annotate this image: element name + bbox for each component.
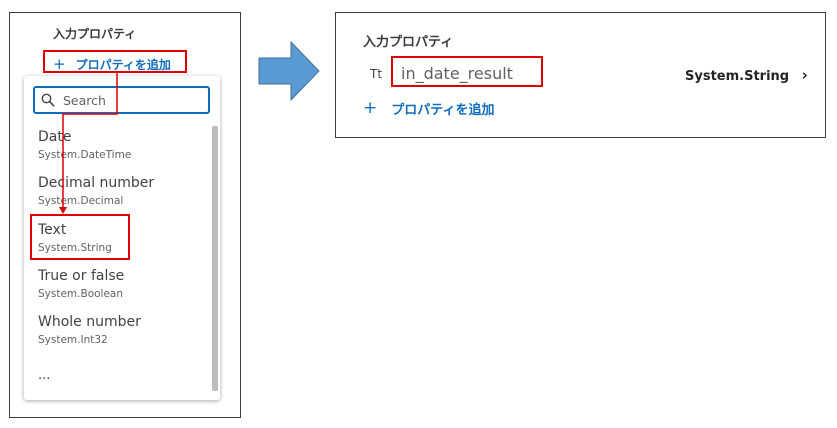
property-type-selector[interactable]: System.String › bbox=[685, 66, 808, 84]
property-type-label: System.String bbox=[685, 69, 790, 84]
input-properties-heading: 入力プロパティ bbox=[363, 35, 454, 50]
add-property-button[interactable]: + プロパティを追加 bbox=[363, 98, 494, 118]
highlight-property-name bbox=[391, 56, 543, 87]
add-property-label: プロパティを追加 bbox=[391, 102, 495, 118]
plus-icon: + bbox=[363, 98, 378, 118]
text-type-icon: Tt bbox=[370, 67, 383, 81]
chevron-right-icon: › bbox=[801, 66, 808, 84]
flow-arrow-icon bbox=[258, 40, 320, 102]
